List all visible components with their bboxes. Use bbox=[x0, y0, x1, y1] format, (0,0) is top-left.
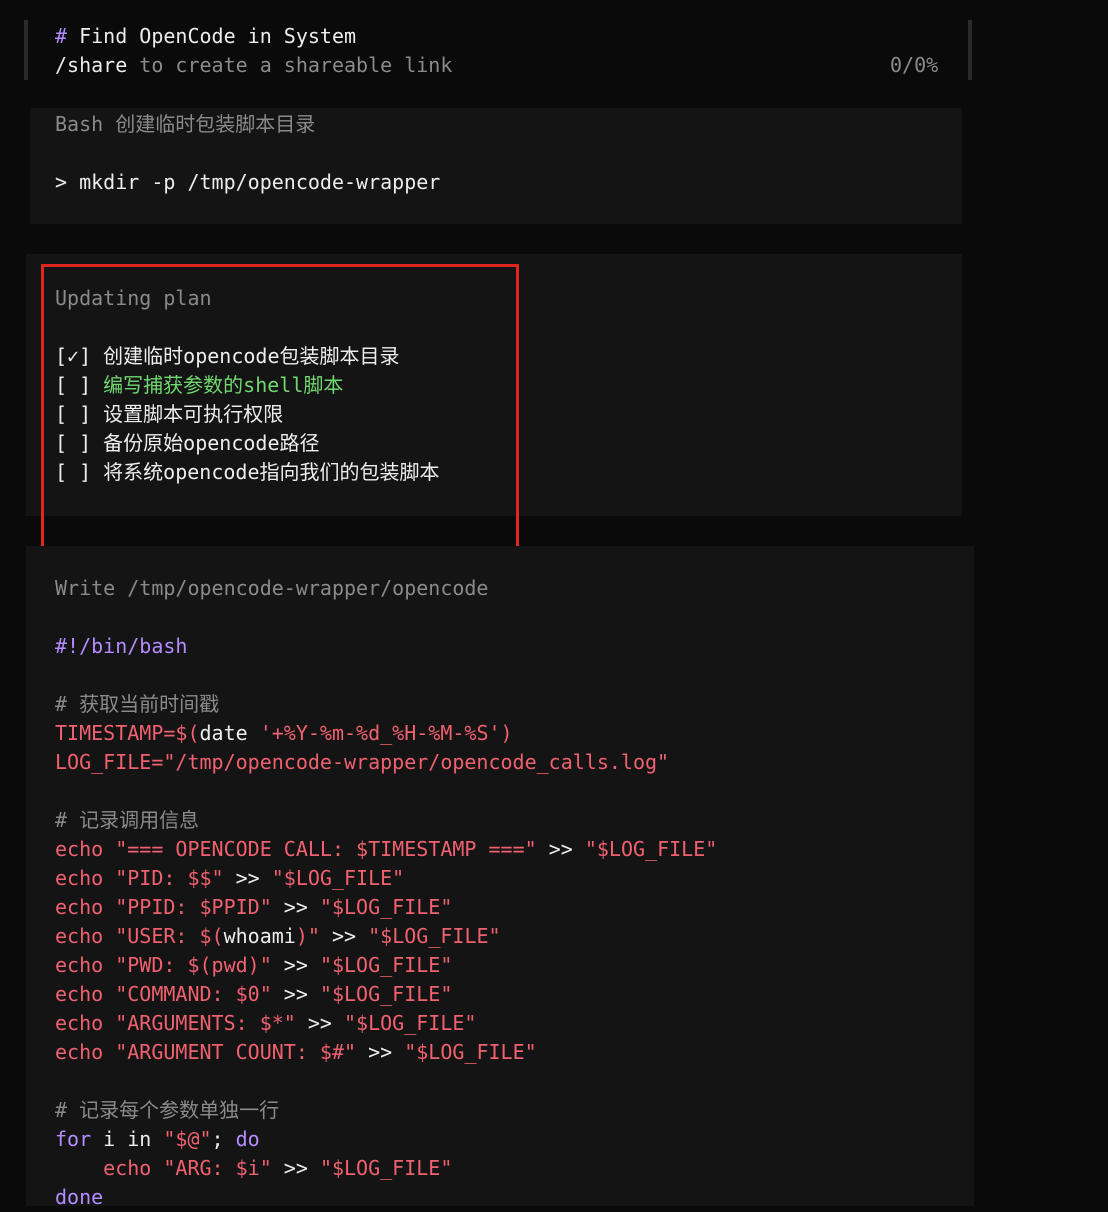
code-string: "$LOG_FILE" bbox=[344, 1011, 477, 1035]
code-line-for: for i in "$@"; do bbox=[55, 1125, 260, 1154]
plan-label: Updating plan bbox=[55, 286, 212, 310]
plan-item-text: 将系统opencode指向我们的包装脚本 bbox=[103, 460, 440, 484]
code-op: >> bbox=[356, 1040, 405, 1064]
share-command[interactable]: /share bbox=[55, 53, 127, 77]
code-string: ="/tmp/opencode-wrapper/opencode_calls.l… bbox=[151, 750, 670, 774]
code-keyword: do bbox=[235, 1127, 260, 1151]
plan-item-2: [ ] 编写捕获参数的shell脚本 bbox=[55, 371, 343, 400]
code-comment: # 记录每个参数单独一行 bbox=[55, 1098, 280, 1122]
code-line-done: done bbox=[55, 1185, 104, 1209]
code-cmd: date bbox=[199, 721, 248, 745]
code-string: "PPID: $PPID" bbox=[103, 895, 272, 919]
code-keyword: echo bbox=[55, 953, 104, 977]
checkbox-checked: [✓] bbox=[55, 344, 92, 368]
title-hash: # bbox=[55, 24, 68, 48]
code-line-loop-echo: echo "ARG: $i" >> "$LOG_FILE" bbox=[55, 1154, 452, 1183]
code-string: "=== OPENCODE CALL: $TIMESTAMP ===" bbox=[103, 837, 537, 861]
code-string: "PID: $$" bbox=[103, 866, 224, 890]
code-line-echo: echo "PWD: $(pwd)" >> "$LOG_FILE" bbox=[55, 951, 452, 980]
code-op: >> bbox=[271, 953, 320, 977]
plan-item-text: 备份原始opencode路径 bbox=[103, 431, 320, 455]
code-string: "$@" bbox=[163, 1127, 212, 1151]
plan-item-4: [ ] 备份原始opencode路径 bbox=[55, 429, 320, 458]
code-string: "$LOG_FILE" bbox=[404, 1040, 537, 1064]
code-keyword: echo bbox=[55, 982, 104, 1006]
header-rail-left bbox=[24, 20, 28, 80]
code-shebang: #!/bin/bash bbox=[55, 634, 188, 658]
write-label: Write /tmp/opencode-wrapper/opencode bbox=[55, 576, 489, 600]
code-op: >> bbox=[223, 866, 272, 890]
plan-item-text: 设置脚本可执行权限 bbox=[103, 402, 284, 426]
code-cmd: whoami bbox=[223, 924, 296, 948]
code-line-timestamp: TIMESTAMP=$(date '+%Y-%m-%d_%H-%M-%S') bbox=[55, 719, 513, 748]
checkbox-empty: [ ] bbox=[55, 460, 92, 484]
code-string: "ARG: $i" bbox=[151, 1156, 272, 1180]
checkbox-empty: [ ] bbox=[55, 431, 92, 455]
code-var: LOG_FILE bbox=[55, 750, 152, 774]
code-keyword: echo bbox=[55, 1040, 104, 1064]
code-text: ; bbox=[211, 1127, 236, 1151]
code-string: "COMMAND: $0" bbox=[103, 982, 272, 1006]
checkbox-empty: [ ] bbox=[55, 402, 92, 426]
title-text: Find OpenCode in System bbox=[79, 24, 357, 48]
code-line-echo: echo "ARGUMENT COUNT: $#" >> "$LOG_FILE" bbox=[55, 1038, 537, 1067]
code-keyword: echo bbox=[55, 1011, 104, 1035]
code-cmd: pwd bbox=[211, 953, 248, 977]
code-comment: # 记录调用信息 bbox=[55, 808, 200, 832]
code-string: )" bbox=[295, 924, 320, 948]
code-line-echo: echo "ARGUMENTS: $*" >> "$LOG_FILE" bbox=[55, 1009, 476, 1038]
code-var: TIMESTAMP bbox=[55, 721, 164, 745]
context-usage: 0/0% bbox=[890, 53, 939, 77]
share-hint: /share to create a shareable link bbox=[55, 51, 452, 80]
plan-item-5: [ ] 将系统opencode指向我们的包装脚本 bbox=[55, 458, 440, 487]
code-string: "PWD: $( bbox=[103, 953, 212, 977]
code-line-echo: echo "=== OPENCODE CALL: $TIMESTAMP ==="… bbox=[55, 835, 717, 864]
code-op: >> bbox=[536, 837, 585, 861]
code-string: )" bbox=[247, 953, 272, 977]
code-string: "USER: $( bbox=[103, 924, 224, 948]
code-line-logfile: LOG_FILE="/tmp/opencode-wrapper/opencode… bbox=[55, 748, 669, 777]
session-title: # Find OpenCode in System bbox=[55, 22, 356, 51]
plan-item-1: [✓] 创建临时opencode包装脚本目录 bbox=[55, 342, 400, 371]
checkbox-empty: [ ] bbox=[55, 373, 92, 397]
code-line-echo: echo "USER: $(whoami)" >> "$LOG_FILE" bbox=[55, 922, 501, 951]
code-keyword: for bbox=[55, 1127, 92, 1151]
code-string: "$LOG_FILE" bbox=[319, 982, 453, 1006]
code-string: "ARGUMENTS: $*" bbox=[103, 1011, 296, 1035]
code-keyword: echo bbox=[55, 924, 104, 948]
header-rail-right bbox=[968, 20, 972, 80]
code-string: "$LOG_FILE" bbox=[368, 924, 501, 948]
code-line-echo: echo "PPID: $PPID" >> "$LOG_FILE" bbox=[55, 893, 452, 922]
code-line-echo: echo "PID: $$" >> "$LOG_FILE" bbox=[55, 864, 404, 893]
code-op: ) bbox=[500, 721, 513, 745]
code-string: "$LOG_FILE" bbox=[271, 866, 405, 890]
code-comment: # 获取当前时间戳 bbox=[55, 692, 220, 716]
bash-command: > mkdir -p /tmp/opencode-wrapper bbox=[55, 170, 441, 194]
code-string: "$LOG_FILE" bbox=[584, 837, 718, 861]
code-keyword: echo bbox=[55, 866, 104, 890]
plan-item-3: [ ] 设置脚本可执行权限 bbox=[55, 400, 283, 429]
plan-item-text: 创建临时opencode包装脚本目录 bbox=[103, 344, 400, 368]
code-op: >> bbox=[271, 895, 320, 919]
code-string: "ARGUMENT COUNT: $#" bbox=[103, 1040, 357, 1064]
bash-label: Bash 创建临时包装脚本目录 bbox=[55, 112, 316, 136]
code-line-echo: echo "COMMAND: $0" >> "$LOG_FILE" bbox=[55, 980, 452, 1009]
plan-item-text-active: 编写捕获参数的shell脚本 bbox=[103, 373, 344, 397]
code-op: >> bbox=[295, 1011, 344, 1035]
code-string: "$LOG_FILE" bbox=[319, 1156, 453, 1180]
code-op: >> bbox=[319, 924, 369, 948]
share-hint-text: to create a shareable link bbox=[127, 53, 453, 77]
code-string: '+%Y-%m-%d_%H-%M-%S' bbox=[247, 721, 501, 745]
code-op: >> bbox=[271, 1156, 320, 1180]
code-string: "$LOG_FILE" bbox=[319, 895, 453, 919]
code-keyword: echo bbox=[55, 895, 104, 919]
code-text: i in bbox=[91, 1127, 164, 1151]
code-keyword: echo bbox=[103, 1156, 152, 1180]
code-keyword: echo bbox=[55, 837, 104, 861]
code-op: =$( bbox=[163, 721, 200, 745]
code-op: >> bbox=[271, 982, 320, 1006]
code-string: "$LOG_FILE" bbox=[319, 953, 453, 977]
